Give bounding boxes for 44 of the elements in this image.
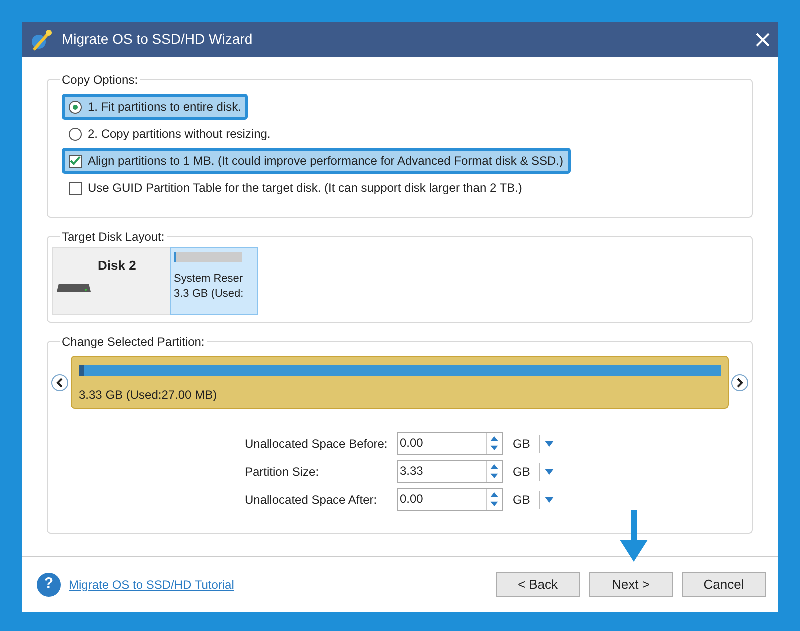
number-field[interactable]: 0.00 [397,432,503,455]
dropdown-caret-icon[interactable] [545,468,554,474]
scroll-left-button[interactable] [51,374,69,392]
partition-name: System Reser [174,272,244,287]
window-title: Migrate OS to SSD/HD Wizard [62,30,254,49]
scroll-right-button[interactable] [731,374,749,392]
disk-label: Disk 2 [98,257,136,275]
usage-bar [174,252,242,262]
close-icon[interactable] [756,32,770,46]
field-label: Unallocated Space After: [245,492,378,508]
field-label: Unallocated Space Before: [245,436,389,452]
radio-button[interactable] [69,128,82,140]
partition-tile[interactable]: System Reser 3.3 GB (Used: [170,247,258,315]
disk-tile[interactable]: Disk 2 [52,247,170,315]
option-row[interactable]: Use GUID Partition Table for the target disk. (It can support disk larger than 2 TB.) [62,175,530,201]
partition-label: 3.33 GB (Used:27.00 MB) [79,387,218,404]
down-arrow [620,510,648,562]
wizard-button[interactable]: Next > [589,572,673,597]
wizard-button[interactable]: < Back [496,572,580,597]
tutorial-link[interactable]: Migrate OS to SSD/HD Tutorial [69,576,496,594]
dropdown-caret-icon[interactable] [545,496,554,502]
option-row[interactable]: 2. Copy partitions without resizing. [62,121,278,147]
highlighted-option[interactable]: 1. Fit partitions to entire disk. [62,94,248,120]
number-field[interactable]: 0.00 [397,488,503,511]
field-label: Partition Size: [245,464,320,480]
option-label: Use GUID Partition Table for the target disk. (It can support disk larger than 2 TB.) [88,180,522,197]
dropdown-caret-icon[interactable] [545,440,554,446]
unit-label: GB [513,436,532,452]
wizard-button[interactable]: Cancel [682,572,766,597]
help-icon[interactable]: ? [37,572,61,596]
option-label: 1. Fit partitions to entire disk. [88,99,242,116]
unit-label: GB [513,492,532,508]
radio-button[interactable] [69,100,82,114]
option-label: Align partitions to 1 MB. (It could improve performance for Advanced Format disk & SSD.) [88,153,564,170]
checkbox[interactable] [69,182,82,194]
option-label: 2. Copy partitions without resizing. [88,126,271,143]
partition-block[interactable]: 3.33 GB (Used:27.00 MB) [71,356,729,409]
hard-drive-icon [57,282,91,294]
number-field[interactable]: 3.33 [397,460,503,483]
partition-size: 3.3 GB (Used: [174,287,244,302]
wand-icon [30,28,54,52]
checkbox[interactable] [69,154,82,168]
highlighted-option[interactable]: Align partitions to 1 MB. (It could improve performance for Advanced Format disk & SSD.) [62,148,571,174]
unit-label: GB [513,464,532,480]
